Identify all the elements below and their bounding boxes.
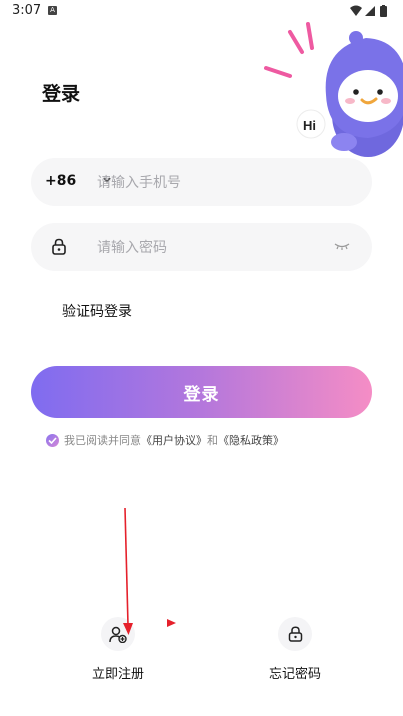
annotation-marker [167,619,176,627]
signal-icon [365,6,375,16]
forgot-password-button[interactable]: 忘记密码 [250,617,340,682]
sms-login-link[interactable]: 验证码登录 [62,301,132,321]
lock-icon [52,238,66,255]
mascot-illustration: Hi [264,22,403,157]
user-agreement-link[interactable]: 《用户协议》 [141,432,207,448]
status-icons [350,5,387,17]
eye-closed-icon[interactable] [334,242,350,250]
status-time: 3:07 [12,3,42,18]
agreement-prefix: 我已阅读并同意 [64,434,141,447]
agreement-and: 和 [207,434,218,447]
status-bar: 3:07 A [0,0,403,22]
lock-icon [288,626,302,642]
battery-icon [380,6,387,17]
register-label: 立即注册 [91,667,144,682]
annotation-arrow [123,507,133,635]
forgot-password-label: 忘记密码 [268,667,321,682]
wifi-icon [350,5,362,16]
phone-field: +86 [31,158,372,208]
check-icon [48,436,57,444]
password-input[interactable] [95,223,329,273]
forgot-icon-circle [278,617,312,651]
mascot-greeting: Hi [303,118,316,133]
login-button[interactable]: 登录 [31,366,372,418]
agreement-checkbox[interactable] [46,433,59,447]
password-field [31,223,372,273]
notification-icon: A [48,6,57,15]
phone-input[interactable] [95,158,329,208]
agreement-row: 我已阅读并同意 《用户协议》 和 《隐私政策》 [46,432,284,448]
privacy-policy-link[interactable]: 《隐私政策》 [218,432,284,448]
country-code-selector[interactable]: +86 [45,173,76,189]
page-title: 登录 [42,83,81,105]
